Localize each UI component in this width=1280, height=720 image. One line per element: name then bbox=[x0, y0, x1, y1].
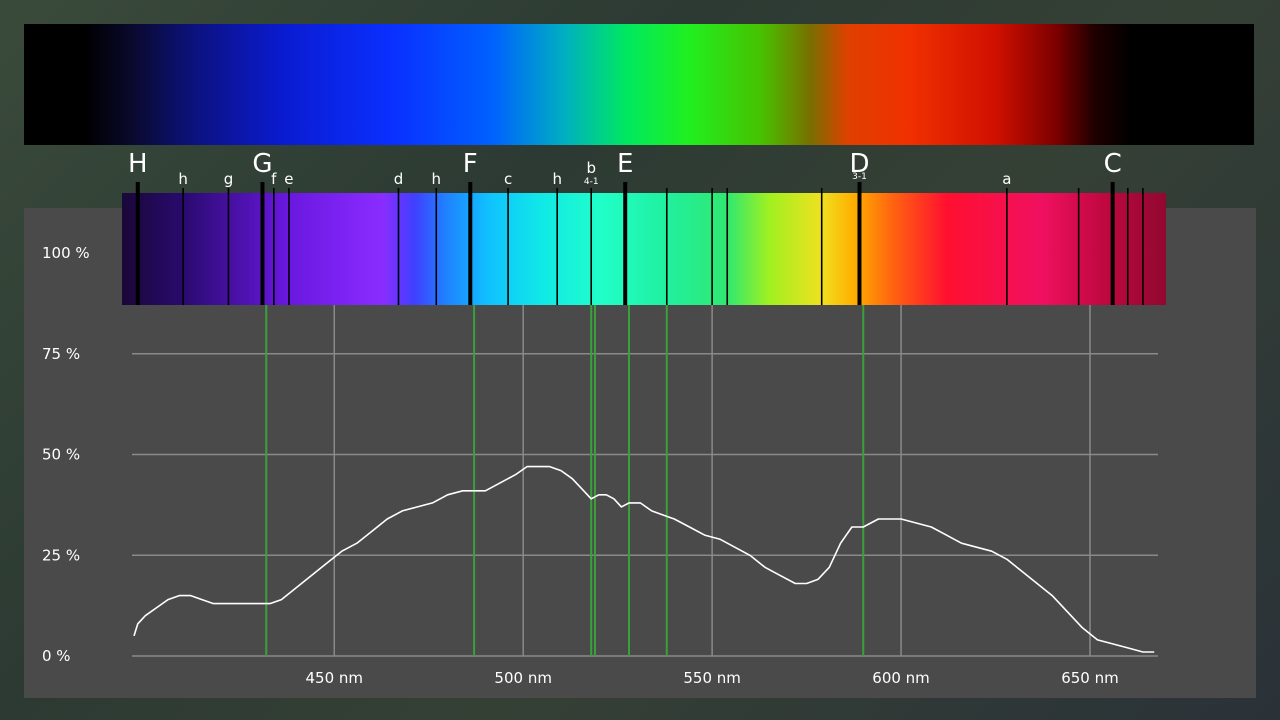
x-tick-label: 500 nm bbox=[494, 669, 552, 687]
x-tick-label: 550 nm bbox=[683, 669, 741, 687]
absorption-band bbox=[122, 208, 1166, 305]
vertical-markers bbox=[265, 304, 865, 656]
fraunhofer-line-label: f bbox=[271, 170, 277, 188]
fraunhofer-line-label: c bbox=[504, 170, 512, 188]
fraunhofer-line-label: G bbox=[252, 149, 272, 179]
fraunhofer-line-label: g bbox=[224, 170, 234, 188]
fraunhofer-line-sublabel: 3-1 bbox=[852, 172, 867, 182]
fraunhofer-line-sublabel: 4-1 bbox=[584, 177, 599, 187]
fraunhofer-line-label: b bbox=[586, 159, 596, 177]
y-tick-label: 100 % bbox=[42, 244, 90, 262]
fraunhofer-line-label: F bbox=[463, 149, 478, 179]
fraunhofer-line-label: h bbox=[432, 170, 442, 188]
absorption-band-strip bbox=[122, 208, 1166, 305]
spectrum-chart: 0 % 25 % 50 % 75 % 100 % 450 nm 500 nm 550 nm 60… bbox=[24, 208, 1256, 698]
fraunhofer-line-label: D bbox=[849, 149, 869, 179]
y-tick-label: 0 % bbox=[42, 647, 71, 665]
y-tick-label: 75 % bbox=[42, 345, 80, 363]
fraunhofer-line-label: E bbox=[617, 149, 633, 179]
intensity-series-line bbox=[133, 465, 1155, 653]
fraunhofer-line-label: C bbox=[1104, 149, 1122, 179]
chart-canvas: 0 % 25 % 50 % 75 % 100 % 450 nm 500 nm 550 nm 60… bbox=[42, 208, 1166, 687]
y-tick-label: 25 % bbox=[42, 546, 80, 564]
y-tick-label: 50 % bbox=[42, 446, 80, 464]
fraunhofer-line-label: e bbox=[284, 170, 293, 188]
fraunhofer-line-label: h bbox=[178, 170, 188, 188]
x-tick-label: 600 nm bbox=[872, 669, 930, 687]
axis-ticks: 0 % 25 % 50 % 75 % 100 % 450 nm 500 nm 550 nm 60… bbox=[42, 244, 1119, 687]
fraunhofer-line-label: h bbox=[552, 170, 562, 188]
intensity-line bbox=[133, 465, 1155, 653]
fraunhofer-line-label: H bbox=[128, 149, 148, 179]
fraunhofer-line-label: d bbox=[394, 170, 404, 188]
x-tick-label: 450 nm bbox=[306, 669, 364, 687]
continuous-spectrum-strip bbox=[24, 24, 1254, 145]
fraunhofer-line-label: a bbox=[1002, 170, 1011, 188]
x-tick-label: 650 nm bbox=[1061, 669, 1119, 687]
